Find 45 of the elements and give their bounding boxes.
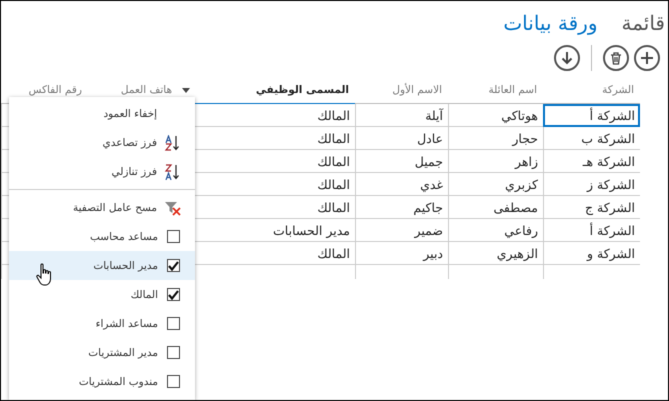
table-cell[interactable]: كزبري	[448, 173, 543, 196]
table-cell[interactable]: عادل	[355, 127, 448, 150]
clear-filter-icon	[163, 200, 183, 216]
view-tab[interactable]: ورقة بيانات	[503, 11, 598, 35]
delete-button[interactable]	[603, 45, 629, 71]
trash-icon	[610, 52, 622, 64]
menu-item[interactable]: مساعد الشراء	[9, 309, 195, 338]
dropdown-caret-icon[interactable]	[182, 88, 190, 92]
view-tab[interactable]: قائمة	[621, 11, 665, 35]
table-cell[interactable]: الشركة و	[543, 242, 640, 265]
table-cell[interactable]: الشركة ب	[543, 127, 640, 150]
table-cell[interactable]: هوتاكي	[448, 104, 543, 127]
add-button[interactable]	[634, 45, 660, 71]
table-cell[interactable]: جميل	[355, 150, 448, 173]
table-cell[interactable]: ضمير	[355, 219, 448, 242]
table-cell[interactable]: مصطفى	[448, 196, 543, 219]
checkbox[interactable]	[167, 317, 180, 330]
table-cell[interactable]: زاهر	[448, 150, 543, 173]
download-icon	[560, 51, 574, 65]
checkbox[interactable]	[167, 375, 180, 388]
menu-item[interactable]: المالك	[9, 280, 195, 309]
table-cell[interactable]: الشركة ج	[543, 196, 640, 219]
table-cell[interactable]: الشركة أ	[543, 219, 640, 242]
checkbox[interactable]	[167, 230, 180, 243]
menu-item[interactable]: مندوب المشتريات	[9, 367, 195, 396]
download-button[interactable]	[554, 45, 580, 71]
checkbox[interactable]	[167, 259, 180, 272]
checkbox[interactable]	[167, 346, 180, 359]
table-cell[interactable]: الشركة ز	[543, 173, 640, 196]
table-cell[interactable]: الزهيري	[448, 242, 543, 265]
plus-icon	[640, 51, 654, 65]
table-cell[interactable]: الشركة أ	[543, 104, 640, 127]
table-cell[interactable]: حجار	[448, 127, 543, 150]
menu-item[interactable]: مدير المشتريات	[9, 338, 195, 367]
table-cell[interactable]: غدي	[355, 173, 448, 196]
column-header[interactable]: الاسم الأول	[355, 77, 448, 104]
table-cell[interactable]: آيلة	[355, 104, 448, 127]
column-header[interactable]: اسم العائلة	[448, 77, 543, 104]
table-cell[interactable]: دبير	[355, 242, 448, 265]
menu-item[interactable]: مدير الحسابات	[9, 251, 195, 280]
table-cell[interactable]: الشركة هـ	[543, 150, 640, 173]
table-cell[interactable]: رفاعي	[448, 219, 543, 242]
checkbox[interactable]	[167, 288, 180, 301]
column-header[interactable]: الشركة	[543, 77, 640, 104]
table-cell[interactable]: جاكيم	[355, 196, 448, 219]
